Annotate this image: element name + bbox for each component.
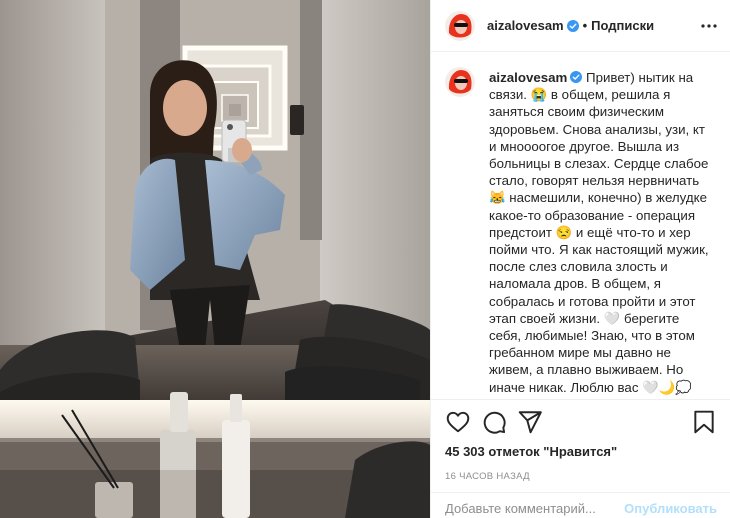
caption-row: aizalovesam Привет) нытик на связи. 😭 в … <box>445 67 715 396</box>
caption-text: aizalovesam Привет) нытик на связи. 😭 в … <box>489 69 715 396</box>
comment-input[interactable] <box>445 495 625 516</box>
post-sidebar: aizalovesam • Подписки aizalovesam Приве… <box>430 0 730 518</box>
publish-button[interactable]: Опубликовать <box>624 495 717 516</box>
caption-avatar[interactable] <box>445 67 475 97</box>
avatar[interactable] <box>445 10 475 41</box>
post-actions: 45 303 отметок "Нравится" 16 ЧАСОВ НАЗАД <box>431 399 730 482</box>
more-options-icon[interactable] <box>699 16 719 36</box>
following-button[interactable]: Подписки <box>591 18 654 33</box>
instagram-post: aizalovesam • Подписки aizalovesam Приве… <box>0 0 730 518</box>
post-timestamp[interactable]: 16 ЧАСОВ НАЗАД <box>445 471 717 482</box>
separator-dot: • <box>582 18 588 33</box>
bookmark-icon[interactable] <box>691 409 717 435</box>
verified-badge-icon <box>570 71 583 83</box>
avatar-image <box>445 10 475 41</box>
comment-icon[interactable] <box>481 409 507 435</box>
username-link[interactable]: aizalovesam <box>487 18 564 33</box>
heart-icon[interactable] <box>445 409 471 435</box>
share-icon[interactable] <box>517 409 543 435</box>
caption-area: aizalovesam Привет) нытик на связи. 😭 в … <box>431 53 730 398</box>
verified-badge-icon <box>566 19 579 32</box>
avatar-image <box>445 67 475 97</box>
likes-count[interactable]: 45 303 отметок "Нравится" <box>445 444 717 459</box>
mirror-selfie-image <box>0 0 430 518</box>
post-header: aizalovesam • Подписки <box>431 0 730 52</box>
comment-form: Опубликовать <box>431 492 730 518</box>
post-photo[interactable] <box>0 0 430 518</box>
caption-body: Привет) нытик на связи. 😭 в общем, решил… <box>489 70 709 395</box>
action-icons <box>445 400 717 444</box>
caption-username[interactable]: aizalovesam <box>489 70 567 85</box>
